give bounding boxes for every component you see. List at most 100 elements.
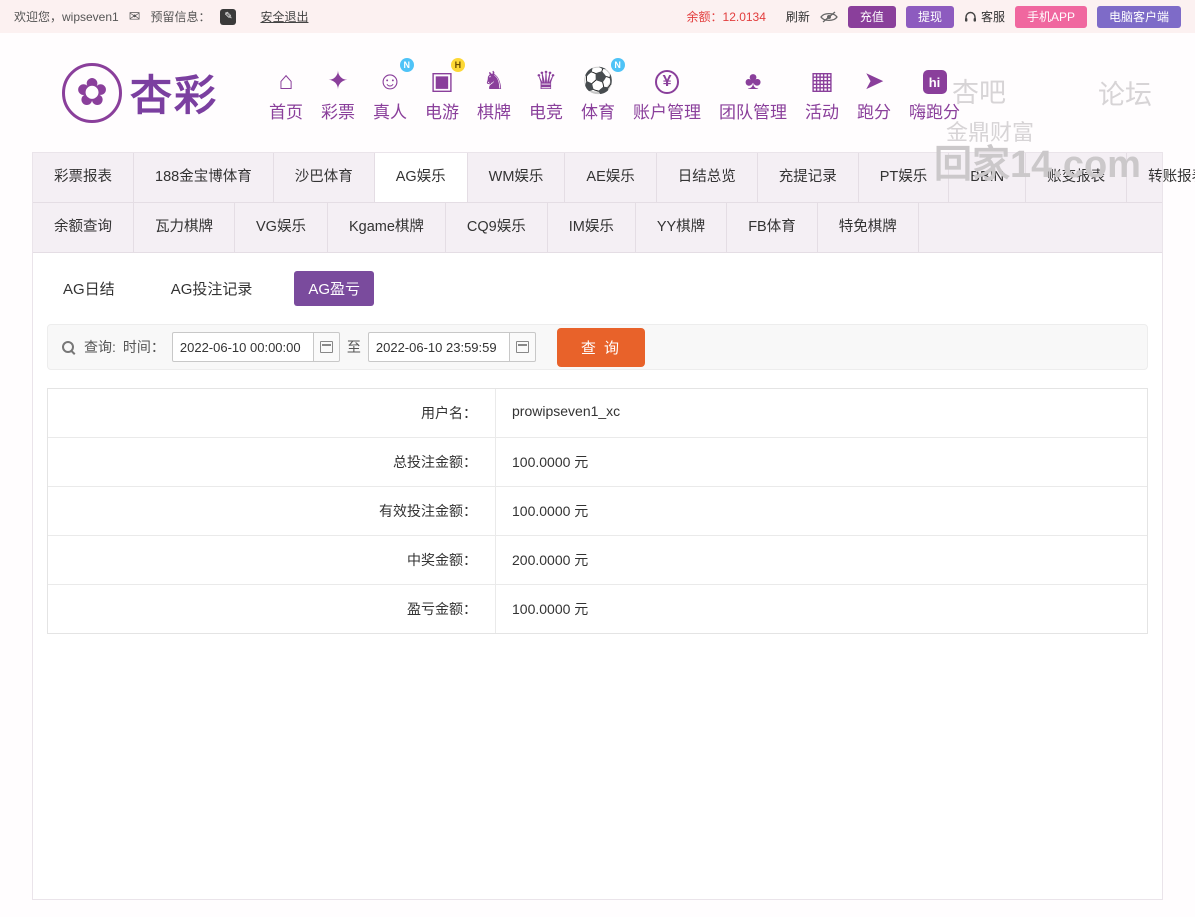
tab-VG娱乐[interactable]: VG娱乐 [235,203,328,252]
message-envelope-icon[interactable]: ✉ [129,8,141,25]
subtab-AG日结[interactable]: AG日结 [49,271,129,306]
row-value: prowipseven1_xc [512,403,621,419]
balance-label: 余额： [686,10,723,24]
time-label: 时间： [122,339,165,355]
welcome-text: 欢迎您，wipseven1 [14,10,119,24]
tab-YY棋牌[interactable]: YY棋牌 [636,203,728,252]
nav-item[interactable]: ¥ 账户管理 [624,62,710,123]
tab-特免棋牌[interactable]: 特免棋牌 [818,203,919,252]
nav-item[interactable]: ♛ 电竞 [520,62,572,123]
tab-账变报表[interactable]: 账变报表 [1026,153,1128,202]
nav-item-label: 体育 [581,103,616,122]
egame-icon: ▣ H [430,58,465,94]
nav-item-label: 棋牌 [477,103,512,122]
nav-item[interactable]: ✦ 彩票 [312,62,364,123]
paofen-pig-icon: ➤ [863,67,885,95]
report-tabs-row1: 彩票报表 188金宝博体育 沙巴体育 AG娱乐 WM娱乐 AE娱乐 日结总览 充提记录 PT娱乐… [33,153,1195,203]
nav-item-label: 电竞 [529,103,564,122]
nav-item[interactable]: ⚽ N 体育 [572,58,625,123]
table-row: 有效投注金额： 100.0000 元 [48,487,1147,536]
tab-沙巴体育[interactable]: 沙巴体育 [274,153,375,202]
query-button[interactable]: 查 询 [556,327,646,367]
row-label: 有效投注金额： [48,487,496,535]
home-icon: ⌂ [278,67,294,95]
nav-item-label: 跑分 [857,103,892,122]
tab-IM娱乐[interactable]: IM娱乐 [548,203,636,252]
nav-item-label: 首页 [269,103,304,122]
table-row: 总投注金额： 100.0000 元 [48,438,1147,487]
tab-188金宝博体育[interactable]: 188金宝博体育 [134,153,274,202]
row-value: 100.0000 元 [512,454,589,470]
nav-item[interactable]: ▦ 活动 [796,62,848,123]
nav-item[interactable]: hi 嗨跑分 [900,62,969,123]
mobile-app-button[interactable]: 手机APP [1014,5,1087,28]
headset-icon [964,11,976,22]
site-logo[interactable]: ✿ 杏彩 [62,62,218,123]
esports-icon: ♛ [534,67,558,95]
report-tabs-row2: 余额查询 瓦力棋牌 VG娱乐 Kgame棋牌 CQ9娱乐 IM娱乐 YY棋牌 FB体育 特免棋牌 [33,203,1162,253]
tab-Kgame棋牌[interactable]: Kgame棋牌 [328,203,446,252]
row-label: 总投注金额： [48,438,496,486]
nav-badge: N [610,58,625,72]
logout-link[interactable]: 安全退出 [260,8,308,25]
main-content-card: 彩票报表 188金宝博体育 沙巴体育 AG娱乐 WM娱乐 AE娱乐 日结总览 充提记录 PT娱乐… [32,152,1195,900]
team-icon: ♣ [744,67,762,95]
tab-AG娱乐[interactable]: AG娱乐 [374,153,468,202]
end-calendar-icon[interactable] [509,332,536,362]
search-label: 查询: [84,339,116,355]
reserved-info-label: 预留信息： [150,10,211,24]
row-value: 100.0000 元 [512,503,589,519]
tab-AE娱乐[interactable]: AE娱乐 [565,153,657,202]
subtab-AG投注记录[interactable]: AG投注记录 [157,271,267,306]
tab-BBIN[interactable]: BBIN [949,153,1027,202]
tab-瓦力棋牌[interactable]: 瓦力棋牌 [134,203,235,252]
table-row: 盈亏金额： 100.0000 元 [48,585,1147,633]
start-calendar-icon[interactable] [313,332,340,362]
pc-client-button[interactable]: 电脑客户端 [1096,5,1181,28]
tab-余额查询[interactable]: 余额查询 [33,203,134,252]
nav-item-label: 电游 [425,103,460,122]
summary-table: 用户名： prowipseven1_xc 总投注金额： 100.0000 元有效投注金… [47,388,1148,634]
recharge-button[interactable]: 充值 [847,5,896,28]
ag-subtabs: AG日结 AG投注记录 AG盈亏 [33,253,1162,318]
search-bar: 查询: 时间： 至 查 询 [47,324,1148,370]
logo-flower-icon: ✿ [62,62,122,123]
table-row: 中奖金额： 200.0000 元 [48,536,1147,585]
logo-text: 杏彩 [130,72,219,119]
activity-gift-icon: ▦ [810,67,834,95]
nav-item-label: 嗨跑分 [909,103,961,122]
withdraw-button[interactable]: 提现 [905,5,954,28]
sports-icon: ⚽ N [582,58,625,94]
nav-item[interactable]: ♣ 团队管理 [710,62,796,123]
edit-pencil-icon[interactable]: ✎ [220,8,237,25]
nav-item[interactable]: ♞ 棋牌 [468,62,520,123]
tab-转账报表[interactable]: 转账报表 [1127,153,1195,202]
tab-CQ9娱乐[interactable]: CQ9娱乐 [446,203,548,252]
nav-badge: H [450,58,465,72]
chess-icon: ♞ [482,67,506,95]
end-time-input[interactable] [367,332,510,362]
start-time-input[interactable] [171,332,314,362]
nav-item[interactable]: ➤ 跑分 [848,62,900,123]
nav-item-label: 团队管理 [719,103,788,122]
to-label: 至 [346,339,361,355]
subtab-AG盈亏[interactable]: AG盈亏 [294,271,375,306]
hi-icon: hi [922,62,947,94]
main-nav: ⌂ 首页 ✦ 彩票 ☺ N 真人 ▣ H 电游 ♞ 棋牌 ♛ 电竞 ⚽ N 体育… [260,58,969,123]
nav-item[interactable]: ▣ H 电游 [416,58,468,123]
row-value: 100.0000 元 [512,601,589,617]
nav-item[interactable]: ⌂ 首页 [260,62,312,123]
tab-PT娱乐[interactable]: PT娱乐 [859,153,950,202]
refresh-link[interactable]: 刷新 [786,8,810,25]
tab-日结总览[interactable]: 日结总览 [657,153,758,202]
row-label: 用户名： [48,389,496,437]
tab-WM娱乐[interactable]: WM娱乐 [468,153,566,202]
tab-彩票报表[interactable]: 彩票报表 [33,153,134,202]
hide-balance-eye-icon[interactable] [820,11,838,23]
tab-FB体育[interactable]: FB体育 [727,203,818,252]
nav-item-label: 活动 [805,103,840,122]
tab-充提记录[interactable]: 充提记录 [758,153,859,202]
customer-service-link[interactable]: 客服 [964,8,1005,25]
nav-item[interactable]: ☺ N 真人 [364,58,416,123]
nav-item-label: 彩票 [321,103,356,122]
